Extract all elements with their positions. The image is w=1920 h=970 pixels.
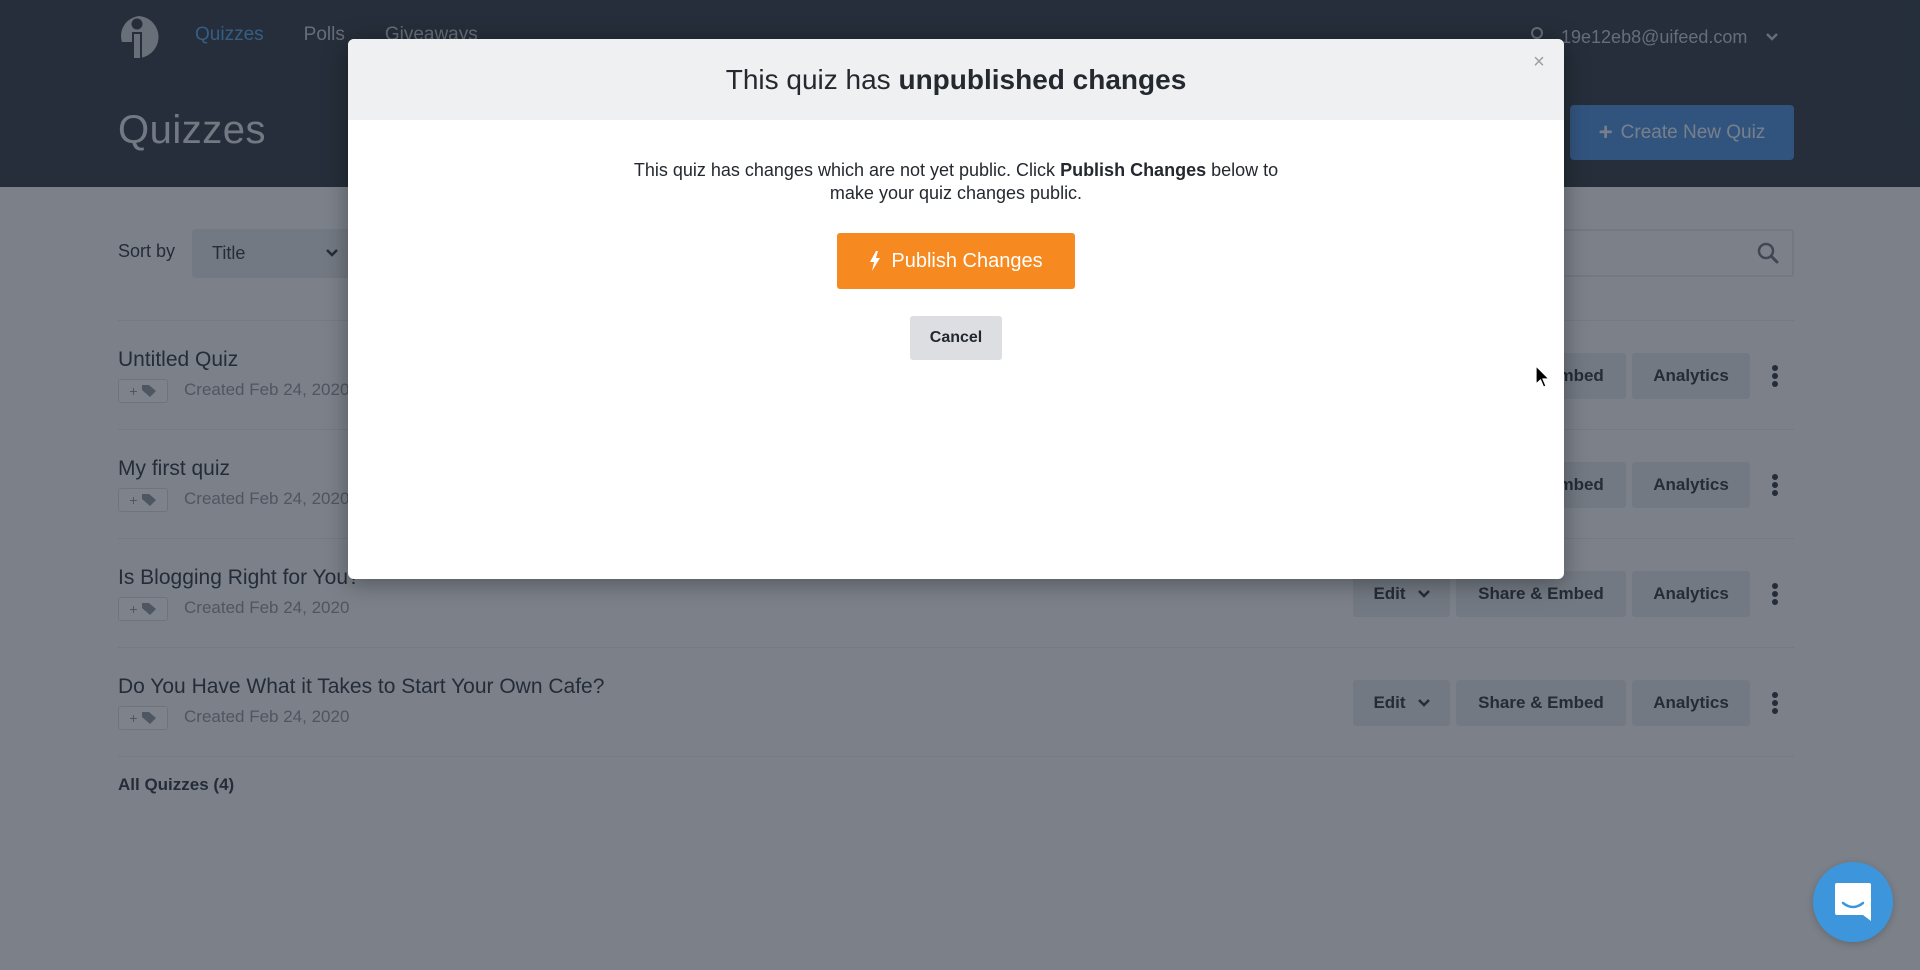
publish-changes-label: Publish Changes <box>891 249 1043 272</box>
unpublished-changes-modal: This quiz has unpublished changes × This… <box>348 39 1564 579</box>
modal-header: This quiz has unpublished changes × <box>348 39 1564 120</box>
close-icon[interactable]: × <box>1528 51 1550 73</box>
publish-changes-button[interactable]: Publish Changes <box>837 233 1075 289</box>
modal-body: This quiz has changes which are not yet … <box>348 120 1564 360</box>
modal-message: This quiz has changes which are not yet … <box>616 159 1296 205</box>
chat-launcher-button[interactable] <box>1813 862 1893 942</box>
modal-text-bold: Publish Changes <box>1060 160 1207 180</box>
mouse-cursor-icon <box>1535 365 1551 388</box>
chat-icon <box>1835 883 1871 921</box>
modal-title: This quiz has unpublished changes <box>726 64 1187 96</box>
modal-title-prefix: This quiz has <box>725 63 899 95</box>
cancel-button[interactable]: Cancel <box>910 316 1002 360</box>
lightning-icon <box>870 251 881 271</box>
modal-text-part1: This quiz has changes which are not yet … <box>633 160 1061 180</box>
modal-title-bold: unpublished changes <box>898 63 1187 95</box>
